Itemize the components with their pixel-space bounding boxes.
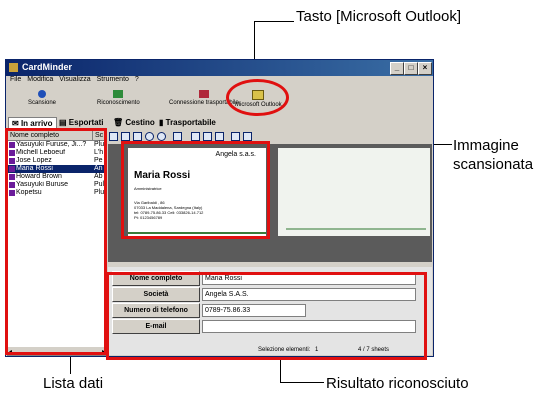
menu-edit[interactable]: Modifica xyxy=(27,76,53,83)
tab-trash[interactable]: 🗑 Cestino xyxy=(110,117,158,129)
recognized-result-highlight xyxy=(106,272,427,360)
recognize-icon xyxy=(113,90,124,98)
rotate-right-icon[interactable] xyxy=(121,132,130,141)
callout-recognized-result: Risultato riconosciuto xyxy=(326,375,469,392)
close-button[interactable]: × xyxy=(418,62,432,75)
recognize-label: Riconoscimento xyxy=(97,100,140,106)
export-icon[interactable] xyxy=(243,132,252,141)
callout-line xyxy=(254,21,294,22)
back-side-icon[interactable] xyxy=(203,132,212,141)
recognize-button[interactable]: Riconoscimento xyxy=(97,90,140,106)
scan-icon xyxy=(38,90,47,98)
select-area-icon[interactable] xyxy=(173,132,182,141)
portable-icon xyxy=(198,90,209,98)
app-icon xyxy=(9,63,18,72)
tab-trash-label: Cestino xyxy=(125,118,155,127)
tab-inbox-label: In arrivo xyxy=(20,119,53,128)
maximize-button[interactable]: □ xyxy=(404,62,418,75)
callout-line xyxy=(280,360,281,382)
scan-button[interactable]: Scansione xyxy=(28,90,56,106)
flip-icon[interactable] xyxy=(133,132,142,141)
outlook-highlight xyxy=(226,79,289,116)
tab-portable-label: Trasportabile xyxy=(165,118,216,127)
callout-data-list: Lista dati xyxy=(43,375,104,392)
menu-help[interactable]: ? xyxy=(135,76,139,83)
menu-file[interactable]: File xyxy=(10,76,21,83)
zoom-in-icon[interactable] xyxy=(145,132,154,141)
tab-portable[interactable]: ▮ Trasportabile xyxy=(156,117,219,129)
scan-label: Scansione xyxy=(28,100,57,106)
tab-exported-label: Esportati xyxy=(68,118,104,127)
callout-image-line2: scansionata xyxy=(453,156,534,173)
toolbar: Scansione Riconoscimento Connessione tra… xyxy=(6,88,433,116)
callout-image-line1: Immagine xyxy=(453,137,519,154)
title-bar: CardMinder _ □ × xyxy=(6,60,433,76)
rotate-left-icon[interactable] xyxy=(109,132,118,141)
front-side-icon[interactable] xyxy=(191,132,200,141)
callout-scanned-image: Immagine scansionata xyxy=(453,136,533,174)
data-list-highlight xyxy=(5,128,107,355)
menu-view[interactable]: Visualizza xyxy=(59,76,90,83)
zoom-out-icon[interactable] xyxy=(157,132,166,141)
both-sides-icon[interactable] xyxy=(215,132,224,141)
business-card-back xyxy=(278,148,430,236)
callout-line xyxy=(280,382,324,383)
card-back-stripe xyxy=(286,228,426,230)
menu-tools[interactable]: Strumento xyxy=(97,76,129,83)
window-title: CardMinder xyxy=(22,62,73,72)
menu-bar: File Modifica Visualizza Strumento ? xyxy=(6,76,433,88)
copy-icon[interactable] xyxy=(231,132,240,141)
scanned-image-highlight xyxy=(121,141,270,239)
callout-outlook-button: Tasto [Microsoft Outlook] xyxy=(296,8,462,25)
minimize-button[interactable]: _ xyxy=(390,62,404,75)
